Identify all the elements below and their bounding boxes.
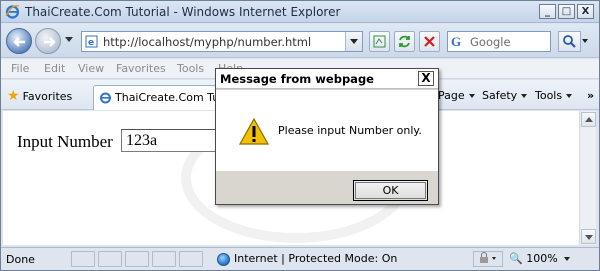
maximize-button[interactable]: □ — [558, 4, 575, 19]
status-segment — [179, 251, 203, 267]
input-number-label: Input Number — [17, 132, 113, 151]
page-menu-button[interactable]: Page — [438, 89, 475, 102]
address-bar[interactable]: e http://localhost/myphp/number.html — [81, 31, 363, 52]
search-icon — [563, 35, 576, 48]
security-zone[interactable]: Internet | Protected Mode: On — [217, 252, 397, 266]
address-row: e http://localhost/myphp/number.html G G… — [1, 24, 599, 58]
zone-label: Internet | Protected Mode: On — [234, 252, 398, 265]
address-dropdown-button[interactable] — [345, 32, 362, 51]
zoom-level: 100% — [526, 252, 558, 265]
window-title: ThaiCreate.Com Tutorial - Windows Intern… — [25, 5, 341, 19]
menu-favorites[interactable]: Favorites — [116, 62, 166, 75]
warning-icon — [238, 117, 270, 145]
google-logo-icon: G — [451, 34, 462, 49]
browser-window: ThaiCreate.Com Tutorial - Windows Intern… — [0, 0, 600, 271]
stop-icon — [424, 36, 435, 47]
status-text: Done — [6, 253, 35, 266]
refresh-icon — [399, 35, 410, 48]
search-button[interactable] — [558, 31, 581, 52]
menu-tools[interactable]: Tools — [177, 62, 204, 75]
search-placeholder[interactable]: Google — [470, 35, 511, 49]
chevron-down-icon — [566, 94, 573, 98]
minimize-button[interactable]: _ — [539, 4, 556, 19]
menu-edit[interactable]: Edit — [44, 62, 65, 75]
globe-icon — [217, 252, 230, 266]
ok-button[interactable]: OK — [353, 180, 428, 201]
zoom-icon: 🔍 — [509, 252, 523, 265]
status-segment — [98, 251, 122, 267]
status-segment — [125, 251, 149, 267]
refresh-button[interactable] — [394, 31, 415, 52]
back-arrow-icon — [13, 37, 25, 47]
chevron-down-icon — [563, 257, 570, 261]
menu-view[interactable]: View — [78, 62, 104, 75]
dialog-title-bar: Message from webpage X — [216, 69, 438, 89]
compatibility-view-button[interactable] — [369, 31, 390, 52]
dialog-body: Please input Number only. — [216, 90, 438, 171]
page-icon: e — [85, 35, 98, 48]
scroll-down-button[interactable] — [581, 229, 596, 244]
title-bar: ThaiCreate.Com Tutorial - Windows Intern… — [1, 1, 599, 23]
status-segment — [71, 251, 95, 267]
search-box[interactable]: G Google — [447, 31, 551, 52]
recent-pages-dropdown-icon[interactable] — [65, 37, 73, 42]
address-url[interactable]: http://localhost/myphp/number.html — [103, 35, 311, 49]
back-button[interactable] — [6, 28, 32, 54]
dialog-message: Please input Number only. — [278, 124, 422, 137]
safety-menu-label: Safety — [482, 89, 518, 102]
dialog-title: Message from webpage — [220, 72, 374, 86]
menu-file[interactable]: File — [11, 62, 29, 75]
tab-thaicreate[interactable]: ThaiCreate.Com Tutorial — [93, 85, 223, 110]
compatibility-icon — [373, 35, 386, 48]
vertical-scrollbar[interactable] — [579, 111, 596, 245]
chevron-down-icon — [468, 94, 475, 98]
chevron-down-icon — [521, 94, 528, 98]
tab-label: ThaiCreate.Com Tutorial — [115, 91, 220, 104]
favorites-label: Favorites — [22, 90, 73, 103]
stop-button[interactable] — [419, 31, 440, 52]
forward-button[interactable] — [35, 28, 61, 54]
alert-dialog: Message from webpage X Please input Numb… — [215, 68, 439, 205]
tab-page-icon — [100, 92, 111, 104]
tools-menu-label: Tools — [535, 89, 563, 102]
lock-icon — [480, 252, 496, 263]
scroll-up-button[interactable] — [581, 112, 596, 127]
safety-menu-button[interactable]: Safety — [482, 89, 528, 102]
zoom-control[interactable]: 🔍 100% — [509, 252, 570, 265]
search-options-dropdown-icon[interactable] — [582, 39, 588, 43]
ie-logo-icon — [5, 5, 20, 19]
svg-text:e: e — [88, 38, 94, 48]
page-menu-label: Page — [438, 89, 465, 102]
favorites-button[interactable]: ★ Favorites — [7, 88, 72, 104]
status-bar: Done Internet | Protected Mode: On 🔍 100… — [1, 247, 599, 270]
close-window-button[interactable]: X — [577, 4, 594, 19]
more-commands-icon[interactable]: » — [587, 89, 594, 102]
forward-arrow-icon — [44, 37, 56, 47]
protected-mode-lock-button[interactable] — [473, 251, 503, 267]
tools-menu-button[interactable]: Tools — [535, 89, 573, 102]
status-segment — [152, 251, 176, 267]
dialog-close-button[interactable]: X — [418, 71, 434, 86]
star-icon: ★ — [7, 88, 20, 104]
